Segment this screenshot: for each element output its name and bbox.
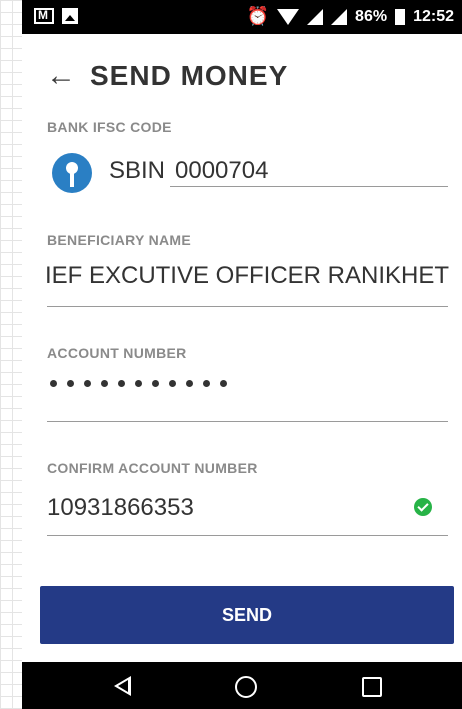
beneficiary-label: BENEFICIARY NAME bbox=[47, 232, 192, 248]
mask-dot bbox=[118, 380, 125, 387]
ifsc-prefix: SBIN bbox=[109, 157, 166, 184]
check-circle-icon bbox=[414, 498, 432, 516]
mail-icon bbox=[34, 8, 54, 24]
ifsc-input[interactable]: 0000704 bbox=[175, 157, 268, 185]
image-icon bbox=[62, 8, 78, 24]
mask-dot bbox=[101, 380, 108, 387]
account-number-input[interactable] bbox=[50, 380, 227, 387]
nav-home-icon[interactable] bbox=[235, 676, 257, 698]
mask-dot bbox=[67, 380, 74, 387]
account-number-label: ACCOUNT NUMBER bbox=[47, 345, 187, 361]
alarm-icon: ⏰ bbox=[246, 6, 270, 26]
mask-dot bbox=[203, 380, 210, 387]
confirm-account-underline bbox=[47, 535, 448, 536]
mask-dot bbox=[135, 380, 142, 387]
beneficiary-underline bbox=[47, 306, 448, 307]
nav-bar bbox=[22, 662, 462, 709]
nav-recents-icon[interactable] bbox=[362, 677, 382, 697]
clock: 12:52 bbox=[413, 7, 454, 25]
mask-dot bbox=[50, 380, 57, 387]
nav-back-icon[interactable] bbox=[114, 676, 131, 696]
mask-dot bbox=[152, 380, 159, 387]
confirm-account-label: CONFIRM ACCOUNT NUMBER bbox=[47, 460, 258, 476]
sbi-logo-icon bbox=[52, 153, 92, 193]
beneficiary-value: CHIEF EXCUTIVE OFFICER RANIKHET bbox=[47, 262, 449, 289]
status-bar: ⏰ 86% 12:52 bbox=[22, 0, 462, 34]
battery-icon bbox=[395, 8, 406, 25]
mask-dot bbox=[220, 380, 227, 387]
confirm-account-input[interactable]: 10931866353 bbox=[47, 494, 194, 522]
beneficiary-input[interactable]: CHIEF EXCUTIVE OFFICER RANIKHET bbox=[47, 262, 449, 296]
mask-dot bbox=[186, 380, 193, 387]
mask-dot bbox=[84, 380, 91, 387]
battery-percent: 86% bbox=[355, 7, 388, 25]
signal-icon bbox=[331, 8, 348, 25]
page-header: ← SEND MONEY bbox=[46, 60, 288, 92]
ifsc-label: BANK IFSC CODE bbox=[47, 119, 172, 135]
arrow-left-icon[interactable]: ← bbox=[46, 61, 86, 91]
send-button[interactable]: SEND bbox=[40, 586, 454, 644]
phone-screen: ⏰ 86% 12:52 ← SEND MONEY BANK IFSC CODE … bbox=[22, 0, 462, 709]
page-title: SEND MONEY bbox=[90, 60, 289, 91]
ifsc-underline bbox=[170, 186, 448, 187]
signal-icon bbox=[307, 8, 324, 25]
wifi-icon bbox=[277, 8, 300, 25]
mask-dot bbox=[169, 380, 176, 387]
account-number-underline bbox=[47, 421, 448, 422]
